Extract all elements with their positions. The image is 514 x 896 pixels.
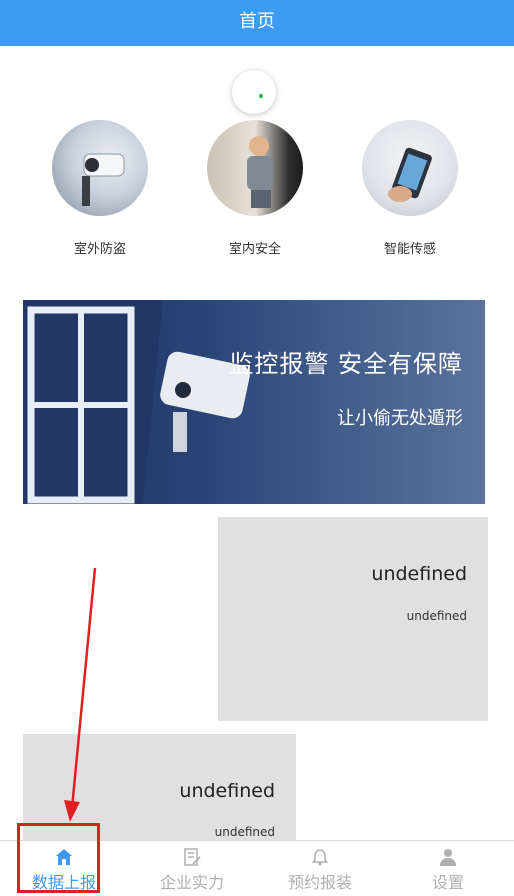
outdoor-camera-photo <box>52 120 148 216</box>
card-subtitle: undefined <box>406 609 467 623</box>
floating-indicator[interactable] <box>232 70 276 114</box>
user-icon <box>440 849 456 866</box>
smartphone-icon <box>388 147 432 202</box>
tab-label: 预约报装 <box>287 873 352 892</box>
category-label: 室内安全 <box>228 242 281 257</box>
card-title: undefined <box>179 780 275 802</box>
smartphone-sensor-photo <box>362 120 458 216</box>
child-at-door-photo <box>207 120 303 216</box>
window-camera-illustration <box>23 300 250 504</box>
content-card[interactable]: undefined undefined <box>218 517 488 721</box>
child-icon <box>247 136 273 208</box>
promo-banner[interactable]: 监控报警 安全有保障 让小偷无处遁形 <box>23 300 485 504</box>
top-bar: 首页 <box>0 0 514 46</box>
category-outdoor[interactable]: 室外防盗 <box>50 120 150 257</box>
tab-label: 设置 <box>431 873 464 892</box>
category-sensor[interactable]: 智能传感 <box>360 120 460 257</box>
category-label: 智能传感 <box>383 242 436 257</box>
annotation-highlight-box <box>17 823 100 893</box>
status-dot-icon <box>259 94 263 98</box>
camera-icon <box>82 153 125 206</box>
tab-booking-install[interactable]: 预约报装 <box>256 841 384 896</box>
bell-icon <box>312 849 328 866</box>
tab-settings[interactable]: 设置 <box>384 841 514 896</box>
page-title: 首页 <box>239 11 275 32</box>
category-indoor[interactable]: 室内安全 <box>205 120 305 257</box>
category-label: 室外防盗 <box>73 242 126 257</box>
tab-company-strength[interactable]: 企业实力 <box>128 841 256 896</box>
edit-doc-icon <box>184 848 201 866</box>
card-subtitle: undefined <box>214 825 275 839</box>
card-title: undefined <box>371 563 467 585</box>
tab-label: 企业实力 <box>159 873 224 892</box>
banner-title: 监控报警 安全有保障 <box>229 350 463 378</box>
banner-subtitle: 让小偷无处遁形 <box>337 408 463 429</box>
